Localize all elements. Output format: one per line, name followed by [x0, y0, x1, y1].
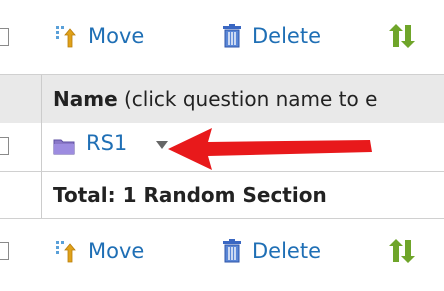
move-button[interactable]: Move — [54, 23, 144, 49]
column-divider — [41, 172, 42, 218]
sort-icon — [389, 239, 415, 263]
delete-label: Delete — [252, 239, 321, 263]
total-row: Total: 1 Random Section — [0, 172, 444, 219]
move-icon — [56, 241, 76, 263]
sort-icon — [389, 24, 415, 48]
delete-button[interactable]: Delete — [220, 23, 321, 49]
random-section-link[interactable]: RS1 — [86, 131, 127, 155]
select-all-checkbox[interactable] — [0, 28, 9, 46]
header-hint-label: (click question name to e — [117, 87, 378, 111]
move-button-bottom[interactable]: Move — [54, 238, 144, 264]
folder-icon — [53, 139, 75, 155]
row-checkbox[interactable] — [0, 137, 9, 155]
move-icon — [56, 26, 76, 48]
select-all-checkbox-bottom[interactable] — [0, 242, 9, 260]
table-header-row: Name (click question name to e — [0, 74, 444, 124]
column-divider — [41, 75, 42, 123]
column-divider — [41, 123, 42, 171]
bottom-toolbar: Move Delete — [0, 220, 444, 291]
move-label: Move — [88, 239, 145, 263]
trash-icon — [223, 239, 241, 263]
top-toolbar: Move Delete — [0, 0, 444, 62]
red-arrow — [168, 128, 372, 170]
total-label: Total: 1 Random Section — [53, 183, 327, 207]
header-name-label: Name — [53, 87, 118, 111]
name-column-header[interactable]: Name (click question name to e — [53, 87, 377, 111]
move-label: Move — [88, 24, 145, 48]
delete-label: Delete — [252, 24, 321, 48]
sort-button[interactable] — [388, 23, 418, 49]
sort-button-bottom[interactable] — [388, 238, 418, 264]
delete-button-bottom[interactable]: Delete — [220, 238, 321, 264]
trash-icon — [223, 24, 241, 48]
